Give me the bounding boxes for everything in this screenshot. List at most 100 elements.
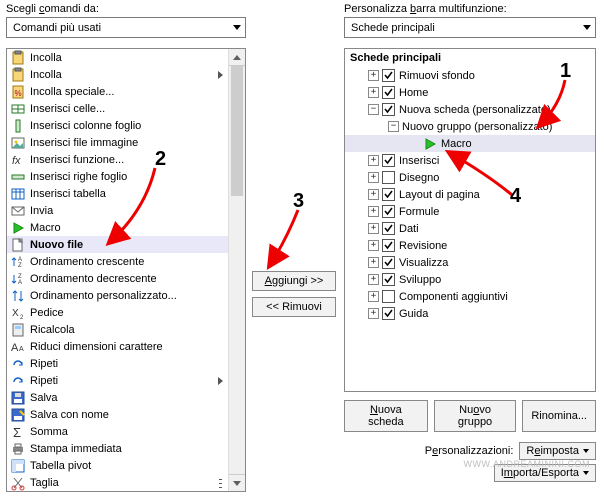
command-item[interactable]: Incolla <box>7 66 229 83</box>
tree-item[interactable]: −Nuova scheda (personalizzato) <box>345 101 595 118</box>
command-item[interactable]: Invia <box>7 202 229 219</box>
submenu-indicator-icon <box>218 71 223 79</box>
row-icon <box>10 169 26 185</box>
tree-label: Disegno <box>399 172 439 184</box>
command-item[interactable]: AZOrdinamento crescente <box>7 253 229 270</box>
command-item[interactable]: Ordinamento personalizzato... <box>7 287 229 304</box>
tree-item[interactable]: +Inserisci <box>345 152 595 169</box>
expand-icon[interactable]: + <box>368 257 379 268</box>
expand-icon[interactable]: + <box>368 70 379 81</box>
checkbox[interactable] <box>382 69 395 82</box>
choose-commands-dropdown[interactable]: Comandi più usati <box>6 17 246 38</box>
command-item[interactable]: fxInserisci funzione... <box>7 151 229 168</box>
add-button[interactable]: Aggiungi >> <box>252 271 336 291</box>
rename-button[interactable]: Rinomina... <box>522 400 596 432</box>
tree-item[interactable]: +Rimuovi sfondo <box>345 67 595 84</box>
svg-text:fx: fx <box>12 155 21 167</box>
command-item[interactable]: Ripeti <box>7 355 229 372</box>
command-label: Salva con nome <box>30 409 109 421</box>
svg-text:2: 2 <box>20 315 24 321</box>
expand-icon[interactable]: + <box>368 172 379 183</box>
expand-icon[interactable]: + <box>368 206 379 217</box>
tree-item[interactable]: +Dati <box>345 220 595 237</box>
tree-item[interactable]: + Componenti aggiuntivi <box>345 288 595 305</box>
customize-ribbon-dropdown[interactable]: Schede principali <box>344 17 596 38</box>
resize-grip-icon <box>215 477 225 489</box>
command-item[interactable]: Tabella pivot <box>7 457 229 474</box>
expand-icon[interactable]: + <box>368 274 379 285</box>
tree-item[interactable]: +Guida <box>345 305 595 322</box>
svg-text:A: A <box>19 346 24 353</box>
tree-item[interactable]: −Nuovo gruppo (personalizzato) <box>345 118 595 135</box>
checkbox[interactable] <box>382 290 395 303</box>
tree-label: Componenti aggiuntivi <box>399 291 508 303</box>
checkbox[interactable] <box>382 222 395 235</box>
expand-icon[interactable]: + <box>368 291 379 302</box>
command-item[interactable]: Incolla <box>7 49 229 66</box>
save-icon <box>10 390 26 406</box>
command-item[interactable]: Stampa immediata <box>7 440 229 457</box>
expand-icon[interactable]: + <box>368 223 379 234</box>
tree-item[interactable]: Macro <box>345 135 595 152</box>
command-item[interactable]: ΣSomma <box>7 423 229 440</box>
image-icon <box>10 135 26 151</box>
checkbox[interactable] <box>382 307 395 320</box>
command-item[interactable]: Macro <box>7 219 229 236</box>
checkbox[interactable] <box>382 86 395 99</box>
checkbox[interactable] <box>382 171 395 184</box>
tree-item[interactable]: +Formule <box>345 203 595 220</box>
command-item[interactable]: Salva con nome <box>7 406 229 423</box>
command-item[interactable]: Inserisci file immagine <box>7 134 229 151</box>
envelope-icon <box>10 203 26 219</box>
checkbox[interactable] <box>382 239 395 252</box>
redo-icon <box>10 373 26 389</box>
tree-item[interactable]: +Revisione <box>345 237 595 254</box>
checkbox[interactable] <box>382 154 395 167</box>
spacer <box>408 138 419 149</box>
checkbox[interactable] <box>382 256 395 269</box>
checkbox[interactable] <box>382 188 395 201</box>
command-item[interactable]: %Incolla speciale... <box>7 83 229 100</box>
command-item[interactable]: Inserisci righe foglio <box>7 168 229 185</box>
tree-item[interactable]: +Sviluppo <box>345 271 595 288</box>
command-item[interactable]: X2Pedice <box>7 304 229 321</box>
command-label: Inserisci colonne foglio <box>30 120 141 132</box>
remove-button[interactable]: << Rimuovi <box>252 297 336 317</box>
ribbon-tree[interactable]: Schede principali +Rimuovi sfondo+Home−N… <box>344 48 596 392</box>
scroll-thumb[interactable] <box>231 66 243 196</box>
new-group-button[interactable]: Nuovo gruppo <box>434 400 517 432</box>
expand-icon[interactable]: + <box>368 155 379 166</box>
checkbox[interactable] <box>382 103 395 116</box>
command-item[interactable]: Inserisci celle... <box>7 100 229 117</box>
collapse-icon[interactable]: − <box>368 104 379 115</box>
command-item[interactable]: Nuovo file <box>7 236 229 253</box>
command-item[interactable]: Salva <box>7 389 229 406</box>
expand-icon[interactable]: + <box>368 308 379 319</box>
collapse-icon[interactable]: − <box>388 121 399 132</box>
expand-icon[interactable]: + <box>368 87 379 98</box>
command-label: Salva <box>30 392 58 404</box>
command-label: Taglia <box>30 477 59 489</box>
commands-listbox[interactable]: IncollaIncolla%Incolla speciale...Inseri… <box>6 48 246 492</box>
tree-item[interactable]: +Visualizza <box>345 254 595 271</box>
command-item[interactable]: Inserisci colonne foglio <box>7 117 229 134</box>
command-item[interactable]: Ricalcola <box>7 321 229 338</box>
reset-button[interactable]: Reimposta <box>519 442 596 460</box>
command-item[interactable]: Inserisci tabella <box>7 185 229 202</box>
new-tab-button[interactable]: Nuova scheda <box>344 400 428 432</box>
command-label: Incolla <box>30 69 62 81</box>
expand-icon[interactable]: + <box>368 189 379 200</box>
tree-item[interactable]: +Layout di pagina <box>345 186 595 203</box>
command-item[interactable]: ZAOrdinamento decrescente <box>7 270 229 287</box>
command-item[interactable]: Taglia <box>7 474 229 491</box>
scroll-up-button[interactable] <box>229 49 245 66</box>
checkbox[interactable] <box>382 273 395 286</box>
tree-item[interactable]: +Home <box>345 84 595 101</box>
scrollbar[interactable] <box>228 49 245 491</box>
command-item[interactable]: Ripeti <box>7 372 229 389</box>
expand-icon[interactable]: + <box>368 240 379 251</box>
checkbox[interactable] <box>382 205 395 218</box>
scroll-down-button[interactable] <box>229 474 245 491</box>
command-item[interactable]: AARiduci dimensioni carattere <box>7 338 229 355</box>
tree-item[interactable]: + Disegno <box>345 169 595 186</box>
